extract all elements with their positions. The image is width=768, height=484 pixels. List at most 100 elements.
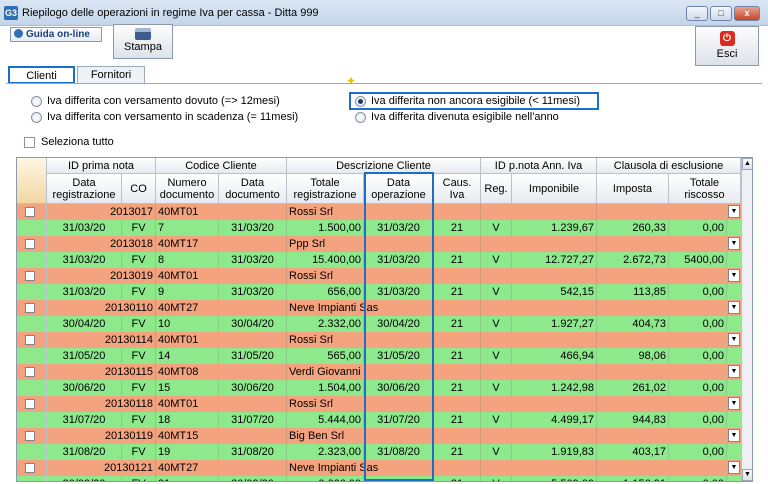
record-header-row[interactable]: 20130115 40MT08 Verdi Giovanni ▼ xyxy=(17,364,741,380)
record-header-row[interactable]: 20130119 40MT15 Big Ben Srl ▼ xyxy=(17,428,741,444)
cell-data-reg: 31/03/20 xyxy=(47,284,122,300)
row-checkbox[interactable] xyxy=(25,431,35,441)
grid-scrollbar[interactable]: ▲ ▼ xyxy=(741,158,752,481)
clausola-dropdown-icon[interactable]: ▼ xyxy=(728,429,740,442)
record-header-row[interactable]: 20130118 40MT01 Rossi Srl ▼ xyxy=(17,396,741,412)
row-checkbox[interactable] xyxy=(25,303,35,313)
col-imposta[interactable]: Imposta xyxy=(597,174,669,204)
cell-imponibile: 466,94 xyxy=(512,348,597,364)
scroll-down-button[interactable]: ▼ xyxy=(742,469,752,481)
col-data-operazione[interactable]: Data operazione xyxy=(364,174,434,204)
clausola-dropdown-icon[interactable]: ▼ xyxy=(728,333,740,346)
minimize-button[interactable]: _ xyxy=(686,6,708,21)
clausola-dropdown-icon[interactable]: ▼ xyxy=(728,397,740,410)
tab-clienti[interactable]: Clienti xyxy=(8,66,75,84)
record-detail-row[interactable]: 31/03/20 FV 7 31/03/20 1.500,00 31/03/20 21 V 1.… xyxy=(17,220,741,236)
cell-id-prima-nota: 20130118 xyxy=(47,396,156,412)
col-data-registrazione[interactable]: Data registrazione xyxy=(47,174,122,204)
cell-id-prima-nota: 20130114 xyxy=(47,332,156,348)
option-scadenza[interactable]: Iva differita con versamento in scadenza… xyxy=(31,111,298,123)
cell-id-prima-nota: 20130119 xyxy=(47,428,156,444)
cell-data-doc: 31/03/20 xyxy=(219,252,287,268)
row-checkbox[interactable] xyxy=(25,335,35,345)
cell-imposta: 403,17 xyxy=(597,444,669,460)
record-header-row[interactable]: 2013017 40MT01 Rossi Srl ▼ xyxy=(17,204,741,220)
row-checkbox[interactable] xyxy=(25,271,35,281)
record-header-row[interactable]: 2013019 40MT01 Rossi Srl ▼ xyxy=(17,268,741,284)
cell-co: FV xyxy=(122,476,156,481)
clausola-dropdown-icon[interactable]: ▼ xyxy=(728,237,740,250)
cell-clausola[interactable] xyxy=(597,268,741,284)
record-detail-row[interactable]: 30/06/20 FV 15 30/06/20 1.504,00 30/06/20 21 V 1… xyxy=(17,380,741,396)
stampa-button[interactable]: Stampa xyxy=(113,24,173,59)
record-detail-row[interactable]: 31/03/20 FV 9 31/03/20 656,00 31/03/20 21 V 542,… xyxy=(17,284,741,300)
col-data-documento[interactable]: Data documento xyxy=(219,174,287,204)
cell-clausola[interactable] xyxy=(597,236,741,252)
row-selector xyxy=(17,252,47,268)
tab-fornitori[interactable]: Fornitori xyxy=(77,66,145,84)
col-numero-documento[interactable]: Numero documento xyxy=(156,174,219,204)
cell-codice-cliente: 40MT08 xyxy=(156,364,287,380)
radio-esigibile-anno[interactable] xyxy=(355,111,366,123)
clausola-dropdown-icon[interactable]: ▼ xyxy=(728,301,740,314)
cell-clausola[interactable] xyxy=(597,300,741,316)
maximize-button[interactable]: □ xyxy=(710,6,732,21)
guida-online-button[interactable]: Guida on-line xyxy=(10,27,102,42)
cell-caus: 21 xyxy=(434,348,481,364)
col-imponibile[interactable]: Imponibile xyxy=(512,174,597,204)
cell-clausola[interactable] xyxy=(597,428,741,444)
record-detail-row[interactable]: 31/08/20 FV 19 31/08/20 2.323,00 31/08/20 21 V 1… xyxy=(17,444,741,460)
select-all[interactable]: Seleziona tutto xyxy=(24,136,114,148)
select-all-checkbox[interactable] xyxy=(24,136,35,148)
record-header-row[interactable]: 20130121 40MT27 Neve Impianti Sas ▼ xyxy=(17,460,741,476)
cell-descrizione-cliente: Rossi Srl xyxy=(287,396,481,412)
close-window-button[interactable]: x xyxy=(734,6,760,21)
radio-non-esigibile[interactable] xyxy=(355,95,366,107)
col-reg[interactable]: Reg. xyxy=(481,174,512,204)
record-header-row[interactable]: 20130110 40MT27 Neve Impianti Sas ▼ xyxy=(17,300,741,316)
clausola-dropdown-icon[interactable]: ▼ xyxy=(728,365,740,378)
radio-scadenza[interactable] xyxy=(31,111,42,123)
clausola-dropdown-icon[interactable]: ▼ xyxy=(728,205,740,218)
esci-button[interactable]: ⏻ Esci xyxy=(695,26,759,66)
cell-data-op: 31/03/20 xyxy=(364,220,434,236)
col-totale-registrazione[interactable]: Totale registrazione xyxy=(287,174,364,204)
row-checkbox[interactable] xyxy=(25,399,35,409)
cell-clausola[interactable] xyxy=(597,332,741,348)
row-checkbox[interactable] xyxy=(25,239,35,249)
record-detail-row[interactable]: 30/04/20 FV 10 30/04/20 2.332,00 30/04/20 21 V 1… xyxy=(17,316,741,332)
row-selector xyxy=(17,412,47,428)
record-detail-row[interactable]: 31/07/20 FV 18 31/07/20 5.444,00 31/07/20 21 V 4… xyxy=(17,412,741,428)
row-checkbox[interactable] xyxy=(25,463,35,473)
cell-data-reg: 30/06/20 xyxy=(47,380,122,396)
col-caus-iva[interactable]: Caus. Iva xyxy=(434,174,481,204)
col-co[interactable]: CO xyxy=(122,174,156,204)
row-checkbox[interactable] xyxy=(25,367,35,377)
option-dovuto[interactable]: Iva differita con versamento dovuto (=> … xyxy=(31,95,280,107)
option-non-esigibile[interactable]: Iva differita non ancora esigibile (< 11… xyxy=(355,95,580,107)
cell-clausola[interactable] xyxy=(597,204,741,220)
radio-dovuto[interactable] xyxy=(31,95,42,107)
scroll-up-button[interactable]: ▲ xyxy=(742,158,752,170)
cell-imposta: 1.156,91 xyxy=(597,476,669,481)
record-detail-row[interactable]: 31/05/20 FV 14 31/05/20 565,00 31/05/20 21 V 466… xyxy=(17,348,741,364)
record-header-row[interactable]: 2013018 40MT17 Ppp Srl ▼ xyxy=(17,236,741,252)
cell-imposta: 2.672,73 xyxy=(597,252,669,268)
cell-id-pnota-ann xyxy=(481,236,597,252)
cell-co: FV xyxy=(122,412,156,428)
grid-corner xyxy=(17,158,47,204)
cell-clausola[interactable] xyxy=(597,460,741,476)
cell-clausola[interactable] xyxy=(597,364,741,380)
cell-caus: 21 xyxy=(434,444,481,460)
option-esigibile-anno[interactable]: Iva differita divenuta esigibile nell'an… xyxy=(355,111,559,123)
cell-clausola[interactable] xyxy=(597,396,741,412)
row-checkbox[interactable] xyxy=(25,207,35,217)
record-detail-row[interactable]: 30/09/20FV2130/09/206.666,0030/09/2021V5… xyxy=(17,476,741,481)
clausola-dropdown-icon[interactable]: ▼ xyxy=(728,461,740,474)
clausola-dropdown-icon[interactable]: ▼ xyxy=(728,269,740,282)
col-totale-riscosso[interactable]: Totale riscosso xyxy=(669,174,741,204)
cell-riscosso: 0,00 xyxy=(669,476,727,481)
record-detail-row[interactable]: 31/03/20 FV 8 31/03/20 15.400,00 31/03/20 21 V 1… xyxy=(17,252,741,268)
record-header-row[interactable]: 20130114 40MT01 Rossi Srl ▼ xyxy=(17,332,741,348)
cell-descrizione-cliente: Neve Impianti Sas xyxy=(287,460,481,476)
